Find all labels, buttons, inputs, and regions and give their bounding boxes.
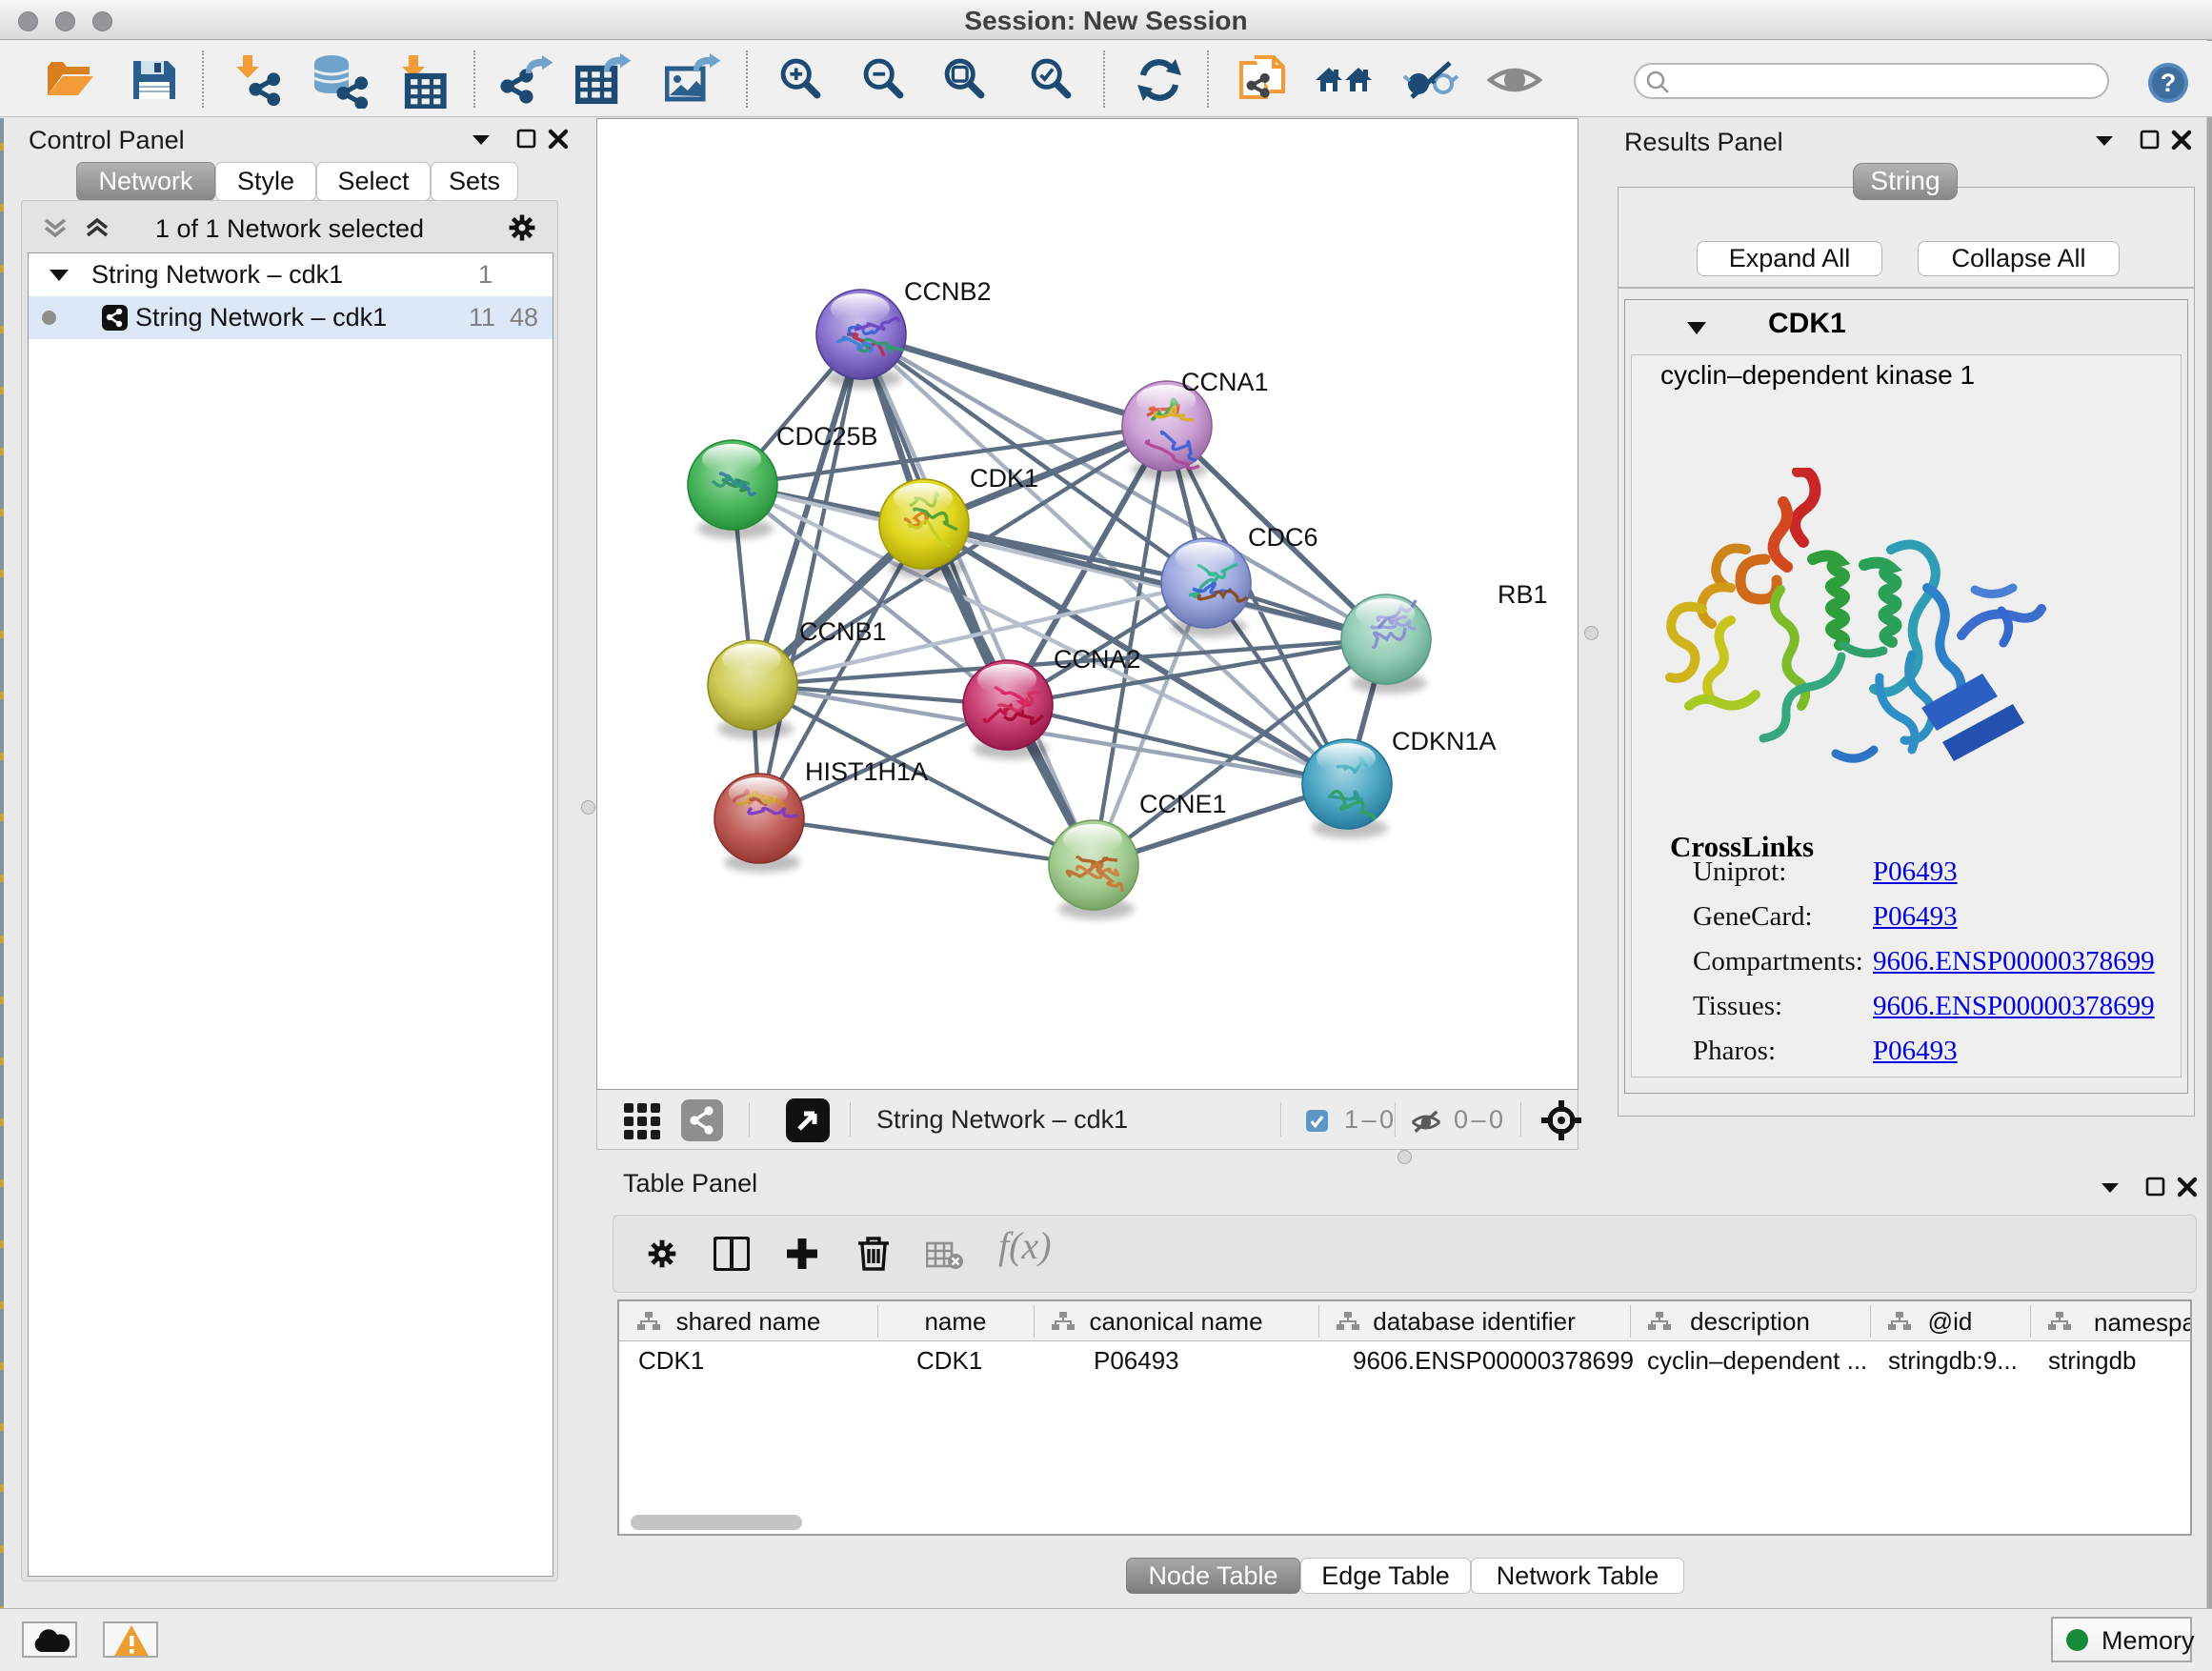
svg-text:CCNE1: CCNE1 [1139,790,1227,818]
svg-text:CDKN1A: CDKN1A [1392,727,1497,755]
svg-text:CDK1: CDK1 [970,464,1038,493]
svg-text:CDC6: CDC6 [1248,523,1318,552]
svg-text:CCNA1: CCNA1 [1181,368,1269,396]
svg-text:CDC25B: CDC25B [776,422,878,451]
svg-text:CCNA2: CCNA2 [1054,645,1141,674]
svg-text:HIST1H1A: HIST1H1A [805,757,928,786]
svg-text:CCNB1: CCNB1 [799,617,887,646]
svg-text:RB1: RB1 [1498,580,1548,609]
svg-text:?: ? [2161,69,2177,97]
svg-text:CCNB2: CCNB2 [904,277,992,306]
